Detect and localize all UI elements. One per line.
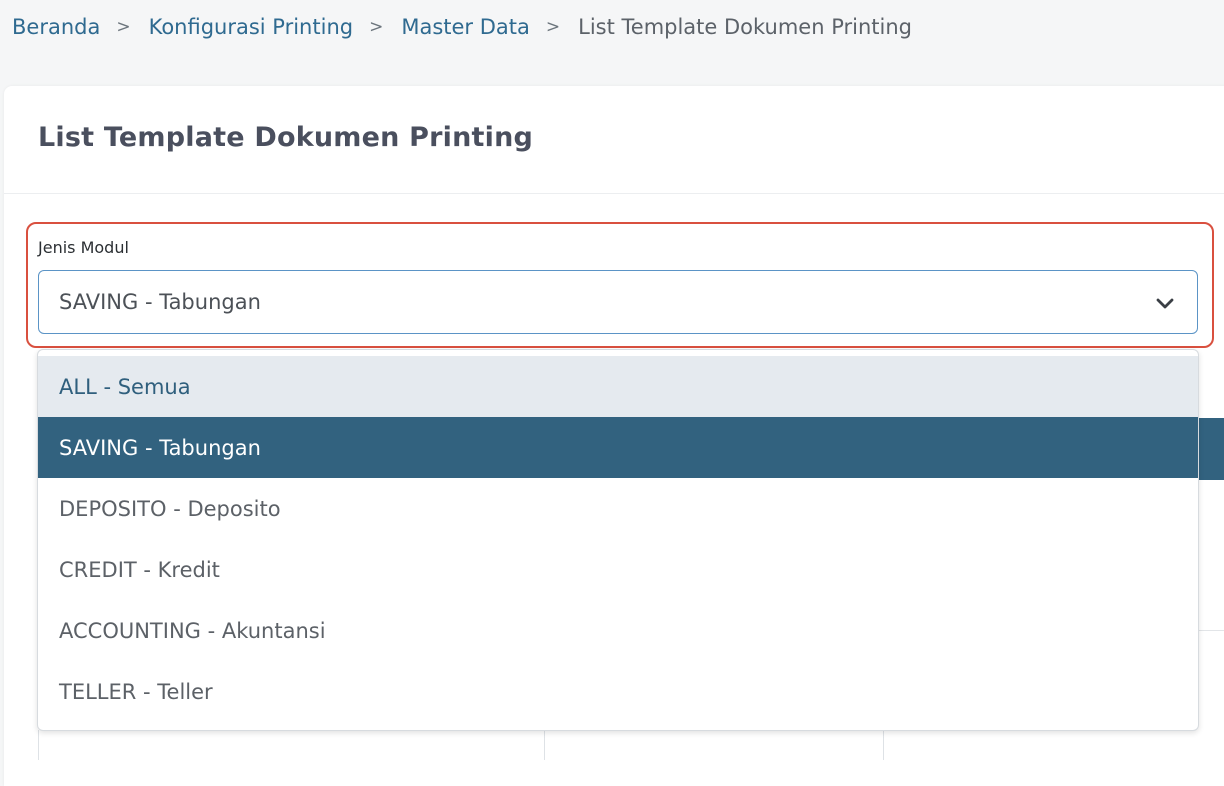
jenis-modul-selected-value: SAVING - Tabungan — [59, 290, 261, 314]
table-column-divider — [38, 730, 39, 760]
chevron-down-icon — [1156, 298, 1174, 309]
breadcrumb-separator: > — [545, 17, 561, 37]
breadcrumb-item-master-data[interactable]: Master Data — [401, 15, 530, 39]
table-header-edge — [1196, 418, 1224, 480]
option-deposito[interactable]: DEPOSITO - Deposito — [38, 478, 1198, 539]
option-accounting-akuntansi[interactable]: ACCOUNTING - Akuntansi — [38, 600, 1198, 661]
jenis-modul-dropdown: ALL - Semua SAVING - Tabungan DEPOSITO -… — [37, 349, 1199, 731]
page-title: List Template Dokumen Printing — [38, 122, 534, 153]
table-column-divider — [544, 730, 545, 760]
option-teller[interactable]: TELLER - Teller — [38, 661, 1198, 722]
jenis-modul-label: Jenis Modul — [38, 238, 129, 257]
jenis-modul-select[interactable]: SAVING - Tabungan — [38, 270, 1198, 334]
breadcrumb-current: List Template Dokumen Printing — [578, 15, 912, 39]
option-credit-kredit[interactable]: CREDIT - Kredit — [38, 539, 1198, 600]
table-row-divider — [1196, 630, 1224, 631]
card-header: List Template Dokumen Printing — [4, 86, 1224, 194]
breadcrumb-separator: > — [369, 17, 384, 37]
breadcrumb: Beranda > Konfigurasi Printing > Master … — [12, 12, 912, 42]
option-saving-tabungan[interactable]: SAVING - Tabungan — [38, 417, 1198, 478]
breadcrumb-item-beranda[interactable]: Beranda — [12, 15, 100, 39]
breadcrumb-item-konfigurasi-printing[interactable]: Konfigurasi Printing — [149, 15, 353, 39]
breadcrumb-separator: > — [116, 17, 131, 37]
option-all-semua[interactable]: ALL - Semua — [38, 356, 1198, 417]
table-column-divider — [883, 730, 884, 760]
